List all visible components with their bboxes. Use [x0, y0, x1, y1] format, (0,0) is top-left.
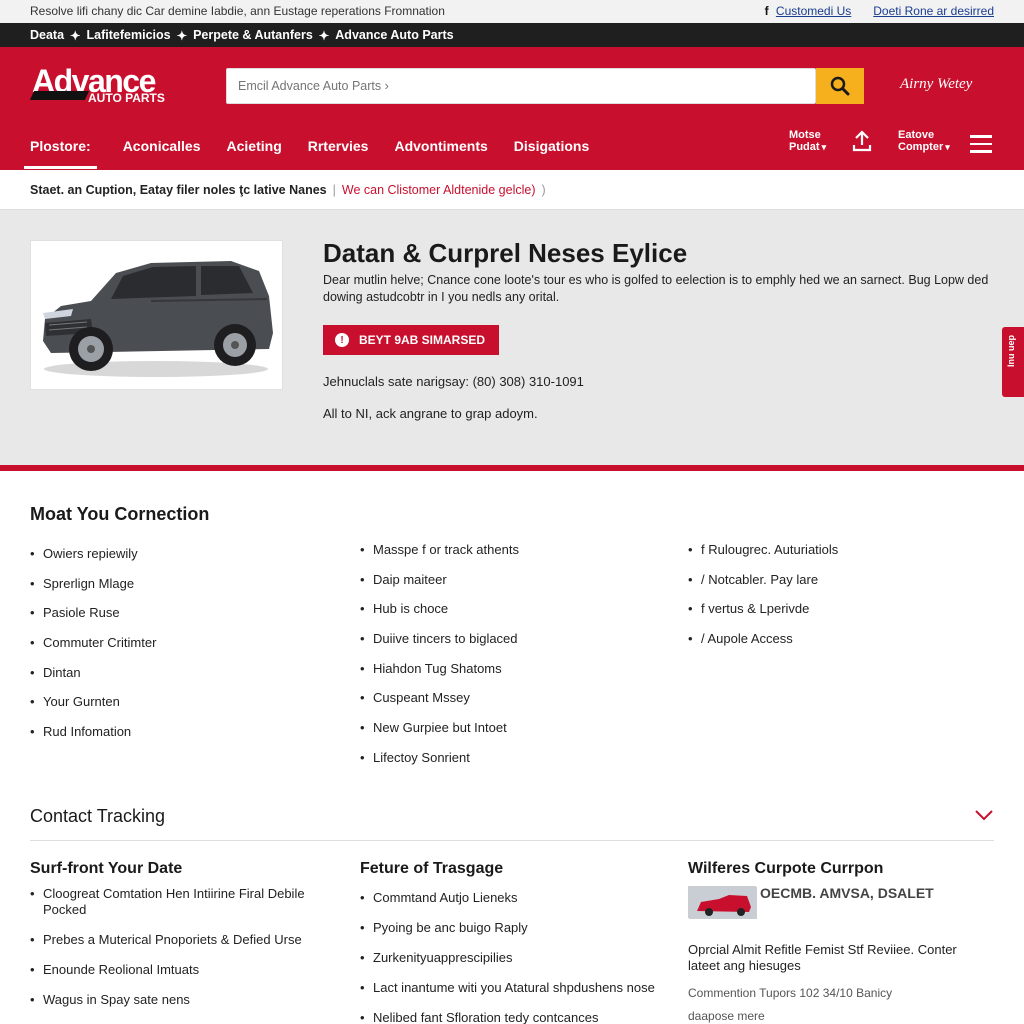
list-item[interactable]: New Gurpiee but Intoet	[360, 720, 519, 750]
promo-item[interactable]: Deata	[30, 28, 64, 43]
hero-note: All to NI, ack angrane to grap adoym.	[323, 406, 538, 421]
logo-subtitle: AUTO PARTS	[88, 91, 165, 105]
list-item[interactable]: f Rulougrec. Auturiatiols	[688, 542, 838, 572]
account-menu-line2: Compter	[898, 141, 944, 153]
list-item[interactable]: Commtand Autjo Lieneks	[360, 890, 680, 906]
hero-section: Datan & Curprel Neses Eylice Dear mutlin…	[0, 210, 1024, 471]
list-item[interactable]: Your Gurnten	[30, 694, 156, 724]
promo-bar: Deata ✦ Lafitefemicios ✦ Perpete & Autan…	[0, 23, 1024, 47]
list-item[interactable]: Pyoing be anc buigo Raply	[360, 920, 680, 936]
contact-tracking-accordion[interactable]: Contact Tracking	[30, 806, 994, 841]
news-meta: Commention Tupors 102 34/10 Banicy	[688, 986, 893, 1000]
list-item[interactable]: Daip maiteer	[360, 572, 519, 602]
list-item[interactable]: Duiive tincers to biglaced	[360, 631, 519, 661]
info-bar-text: Staet. an Cuption, Eatay filer noles ţc …	[30, 183, 327, 197]
list-item[interactable]: Commuter Critimter	[30, 635, 156, 665]
list-item[interactable]: / Notcabler. Pay lare	[688, 572, 838, 602]
info-bar-link[interactable]: We can Clistomer Aldtenide gelcle)	[342, 183, 536, 197]
footer-column-title: Feture of Trasgage	[360, 860, 504, 877]
footer-column-title: Surf-front Your Date	[30, 860, 183, 877]
site-header: Advance AUTO PARTS Airny Wetey Plostore:…	[0, 47, 1024, 170]
main-nav: Plostore: Aconicalles Acieting Rrtervies…	[24, 131, 615, 169]
nav-item[interactable]: Advontiments	[394, 131, 487, 169]
accordion-title: Contact Tracking	[30, 806, 166, 826]
search-icon	[830, 76, 850, 96]
sign-in-link[interactable]: Airny Wetey	[900, 76, 972, 93]
news-text: Oprcial Almit Refitle Femist Stf Reviiee…	[688, 942, 957, 973]
nav-item[interactable]: Disigations	[514, 131, 589, 169]
separator-icon: ✦	[318, 29, 330, 43]
facebook-icon[interactable]: f	[765, 4, 769, 18]
separator-icon: ✦	[176, 29, 188, 43]
vehicle-image	[30, 240, 283, 390]
search-button[interactable]	[816, 68, 864, 104]
list-item[interactable]: f vertus & Lperivde	[688, 601, 838, 631]
search-box	[226, 68, 816, 104]
list-item[interactable]: / Aupole Access	[688, 631, 838, 661]
menu-icon[interactable]	[970, 135, 992, 153]
promo-item[interactable]: Perpete & Autanfers	[193, 28, 313, 43]
read-more-link[interactable]: daapose mere	[688, 1009, 765, 1023]
desired-link[interactable]: Doeti Rone ar desirred	[873, 4, 994, 18]
footer-column-title: Wilferes Curpote Currpon	[688, 860, 884, 877]
advance-auto-parts-logo[interactable]: Advance AUTO PARTS	[29, 63, 177, 109]
link-list-1: Owiers repiewily Sprerlign Mlage Pasiole…	[30, 546, 156, 754]
top-links: f Customedi Us Doeti Rone ar desirred	[765, 4, 994, 18]
list-item[interactable]: Hiahdon Tug Shatoms	[360, 661, 519, 691]
list-item[interactable]: Cloogreat Comtation Hen Intiirine Firal …	[30, 886, 330, 918]
promo-item[interactable]: Lafitefemicios	[87, 28, 171, 43]
hero-description: Dear mutlin helve; Cnance cone loote's t…	[323, 273, 989, 304]
account-menu[interactable]: Eatove Compter ▾	[898, 129, 950, 153]
share-icon[interactable]	[851, 129, 873, 153]
nav-item[interactable]: Acieting	[227, 131, 282, 169]
news-headline[interactable]: OECMB. AMVSA, DSALET	[760, 885, 934, 901]
list-item[interactable]: Enounde Reolional Imtuats	[30, 962, 330, 978]
search-input[interactable]	[227, 69, 815, 103]
list-item[interactable]: Rud Infomation	[30, 724, 156, 754]
hero-phone: Jehnuclals sate narigsay: (80) 308) 310-…	[323, 374, 584, 389]
nav-item[interactable]: Aconicalles	[123, 131, 201, 169]
promo-item[interactable]: Advance Auto Parts	[335, 28, 453, 43]
hero-title: Datan & Curprel Neses Eylice	[323, 238, 688, 268]
footer-list-1: Cloogreat Comtation Hen Intiirine Firal …	[30, 886, 330, 1008]
section-title: Moat You Cornection	[30, 504, 210, 524]
top-announcement: Resolve lifi chany dic Car demine Iabdie…	[30, 4, 445, 18]
nav-item[interactable]: Plostore:	[24, 131, 97, 169]
feedback-tab[interactable]: Inu uep	[1002, 327, 1024, 397]
account-menu-line1: Eatove	[898, 129, 935, 141]
link-list-3: f Rulougrec. Auturiatiols / Notcabler. P…	[688, 542, 838, 661]
list-item[interactable]: Pasiole Ruse	[30, 605, 156, 635]
list-item[interactable]: Sprerlign Mlage	[30, 576, 156, 606]
customer-us-link[interactable]: Customedi Us	[776, 4, 851, 18]
separator-icon: ✦	[70, 29, 81, 43]
store-menu-line1: Motse	[789, 129, 821, 141]
news-thumbnail[interactable]	[688, 886, 757, 919]
chevron-down-icon: ▾	[945, 142, 950, 152]
store-menu[interactable]: Motse Pudat ▾	[789, 129, 826, 153]
list-item[interactable]: Owiers repiewily	[30, 546, 156, 576]
chevron-down-icon[interactable]	[974, 808, 994, 822]
list-item[interactable]: Nelibed fant Sfloration tedy contcances	[360, 1010, 680, 1024]
feedback-tab-label: Inu uep	[1006, 335, 1016, 367]
nav-item[interactable]: Rrtervies	[308, 131, 369, 169]
list-item[interactable]: Masspe f or track athents	[360, 542, 519, 572]
logo-swoosh	[29, 91, 90, 100]
list-item[interactable]: Prebes a Muterical Pnoporiets & Defied U…	[30, 932, 330, 948]
list-item[interactable]: Zurkenityuapprescipilies	[360, 950, 680, 966]
info-bar: Staet. an Cuption, Eatay filer noles ţc …	[0, 170, 1024, 210]
top-utility-bar: Resolve lifi chany dic Car demine Iabdie…	[0, 0, 1024, 23]
list-item[interactable]: Dintan	[30, 665, 156, 695]
info-icon: !	[335, 333, 349, 347]
link-list-2: Masspe f or track athents Daip maiteer H…	[360, 542, 519, 780]
hero-cta-button[interactable]: ! BEYT 9AB SIMARSED	[323, 325, 499, 355]
list-item[interactable]: Hub is choce	[360, 601, 519, 631]
list-item[interactable]: Cuspeant Mssey	[360, 690, 519, 720]
footer-list-2: Commtand Autjo Lieneks Pyoing be anc bui…	[360, 890, 680, 1024]
list-item[interactable]: Lact inantume witi you Atatural shpdushe…	[360, 980, 680, 996]
list-item[interactable]: Lifectoy Sonrient	[360, 750, 519, 780]
chevron-down-icon: ▾	[821, 142, 827, 152]
store-menu-line2: Pudat	[789, 141, 820, 153]
hero-cta-label: BEYT 9AB SIMARSED	[359, 333, 486, 347]
list-item[interactable]: Wagus in Spay sate nens	[30, 992, 330, 1008]
